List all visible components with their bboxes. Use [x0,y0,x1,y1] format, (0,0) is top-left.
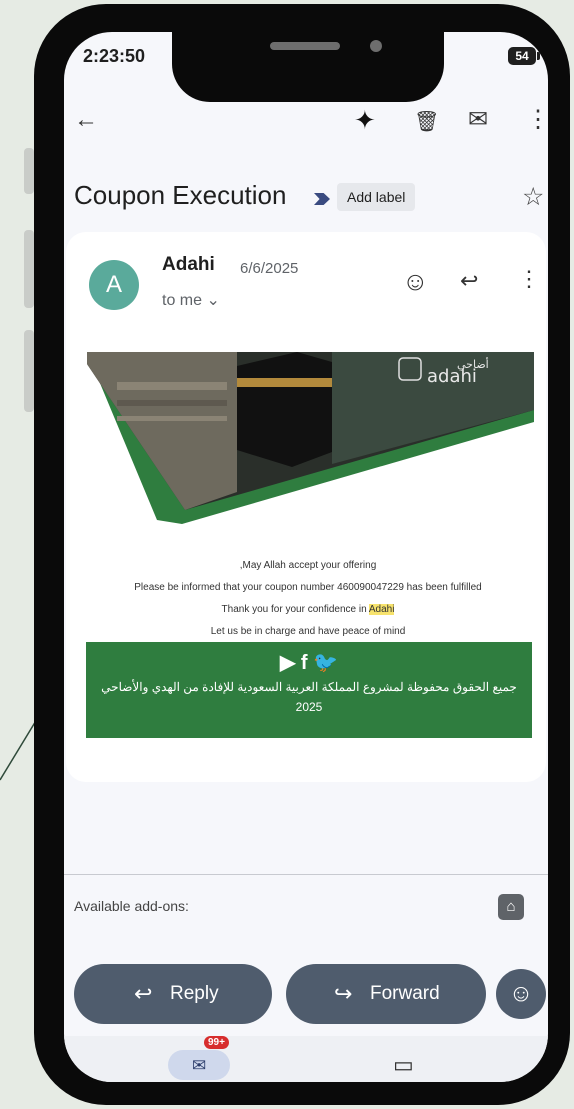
screen: 2:23:50 54 ← ✦ 🗑 ✉ ⋮ Coupon Execution Ad… [64,32,548,1082]
camera [370,40,382,52]
forward-label: Forward [370,983,440,1004]
mail-icon: ✉ [192,1056,207,1075]
body-line-3-text: Thank you for your confidence in [221,604,369,615]
emoji-react-icon[interactable]: ☺ [402,266,429,297]
hero-banner: أضاحي adahi [87,352,534,527]
gemini-icon[interactable]: ✦ [354,107,376,133]
email-footer: ▶ f 🐦 جميع الحقوق محفوظة لمشروع المملكة … [86,642,532,738]
brand-latin: adahi [427,366,477,387]
speaker [270,42,340,50]
phone-frame: 2:23:50 54 ← ✦ 🗑 ✉ ⋮ Coupon Execution Ad… [34,4,570,1105]
body-line-4: Let us be in charge and have peace of mi… [210,626,406,637]
label-arrow-icon [314,193,330,205]
reply-icon: ↩ [134,981,153,1006]
side-tab [24,148,34,194]
social-icons[interactable]: ▶ f 🐦 [86,650,532,675]
notch [172,32,444,102]
side-tab [24,330,34,412]
unread-badge: 99+ [204,1036,229,1049]
addons-label: Available add-ons: [74,898,189,914]
reply-icon[interactable]: ↩ [460,268,478,294]
body-line-2: Please be informed that your coupon numb… [134,582,482,593]
forward-button[interactable]: ↪ Forward [286,964,486,1024]
footer-year: 2025 [295,700,323,714]
add-label-button[interactable]: Add label [337,183,416,211]
addon-icon[interactable]: ⌂ [498,894,524,920]
message-more-icon[interactable]: ⋮ [518,266,540,292]
side-tab [24,230,34,308]
sender-name: Adahi [162,254,215,275]
divider [64,874,548,875]
bottom-nav: ✉ 99+ ▭ [64,1036,548,1082]
more-options-icon[interactable]: ⋮ [526,108,548,132]
forward-icon: ↪ [334,981,353,1006]
brand-link[interactable]: Adahi [368,604,395,615]
emoji-button[interactable]: ☺ [496,969,546,1019]
body-line-3: Thank you for your confidence in Adahi [66,604,548,615]
mark-unread-icon[interactable]: ✉ [468,108,488,132]
reply-label: Reply [170,983,219,1004]
body-line-1: ,May Allah accept your offering [239,560,377,571]
meet-icon[interactable]: ▭ [393,1052,414,1078]
email-subject: Coupon Execution [74,180,287,210]
recipient-toggle[interactable]: to me ⌄ [162,290,220,310]
delete-icon[interactable]: 🗑 [414,110,439,134]
avatar[interactable]: A [89,260,139,310]
message-card: A Adahi 6/6/2025 to me ⌄ ☺ ↩ ⋮ أضاحي ada… [66,232,546,782]
message-date: 6/6/2025 [240,260,299,277]
battery-indicator: 54 [508,47,540,65]
footer-rights-text: جميع الحقوق محفوظة لمشروع المملكة العربي… [101,680,517,694]
back-icon[interactable]: ← [74,108,98,132]
star-icon[interactable]: ☆ [522,182,544,212]
reply-button[interactable]: ↩ Reply [74,964,272,1024]
status-time: 2:23:50 [83,46,146,66]
